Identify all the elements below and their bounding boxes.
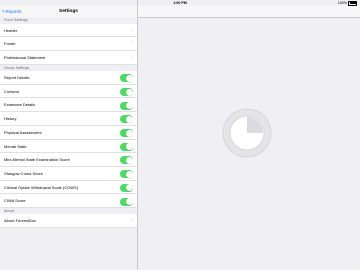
settings-row-footer[interactable]: Footer › (0, 37, 137, 51)
settings-row-consent: Consent (0, 84, 137, 99)
settings-list: Form Settings Header › Footer › Professi… (0, 17, 137, 229)
settings-row-cows: Clinical Opiate Withdrawal Scale (COWS) (0, 180, 137, 195)
toggle-switch[interactable] (120, 170, 133, 179)
settings-row-history: History (0, 112, 137, 126)
row-label: Professional Statement (4, 54, 46, 60)
settings-row-mental-state: Mental State (0, 139, 137, 154)
chevron-right-icon: › (131, 26, 133, 33)
row-label: CIWA Score (4, 198, 26, 204)
toggle-switch[interactable] (120, 129, 133, 138)
toggle-switch[interactable] (120, 115, 133, 124)
settings-row-about[interactable]: About ForensiDoc › (0, 214, 137, 229)
row-label: Clinical Opiate Withdrawal Scale (COWS) (4, 184, 79, 190)
toggle-switch[interactable] (120, 74, 133, 83)
row-label: Footer (4, 41, 16, 47)
toggle-switch[interactable] (120, 101, 133, 110)
settings-row-professional-statement[interactable]: Professional Statement › (0, 50, 137, 65)
settings-row-header[interactable]: Header › (0, 23, 137, 38)
settings-row-mmse-score: Mini-Mental State Examination Score (0, 153, 137, 167)
row-label: Mini-Mental State Examination Score (4, 157, 70, 163)
chevron-right-icon: › (131, 217, 133, 224)
settings-row-report-details: Report Details (0, 71, 137, 85)
detail-pane (137, 6, 360, 270)
settings-row-ciwa-score: CIWA Score (0, 194, 137, 208)
row-label: Report Details (4, 75, 30, 81)
row-label: Physical Assessment (4, 129, 42, 135)
row-label: Examinee Details (4, 102, 36, 108)
row-label: History (4, 116, 17, 122)
row-label: Glasgow Coma Score (4, 170, 43, 176)
toggle-switch[interactable] (120, 156, 133, 165)
forensidoc-logo-icon (222, 108, 271, 158)
toggle-switch[interactable] (120, 88, 133, 97)
battery-icon (348, 0, 357, 6)
page-title: Settings (59, 9, 78, 14)
toggle-switch[interactable] (120, 183, 133, 192)
settings-panel: ‹ Reports Settings Form Settings Header … (0, 0, 138, 270)
row-label: Mental State (4, 143, 27, 149)
settings-row-glasgow-coma-score: Glasgow Coma Score (0, 166, 137, 181)
row-label: Consent (4, 88, 19, 94)
row-label: About ForensiDoc (4, 218, 37, 224)
detail-navigation-bar (137, 6, 360, 18)
toggle-switch[interactable] (120, 142, 133, 151)
settings-row-examinee-details: Examinee Details (0, 98, 137, 113)
chevron-right-icon: › (131, 53, 133, 60)
chevron-right-icon: › (131, 40, 133, 47)
toggle-switch[interactable] (120, 197, 133, 206)
settings-row-physical-assessment: Physical Assessment (0, 125, 137, 140)
row-label: Header (4, 27, 18, 33)
